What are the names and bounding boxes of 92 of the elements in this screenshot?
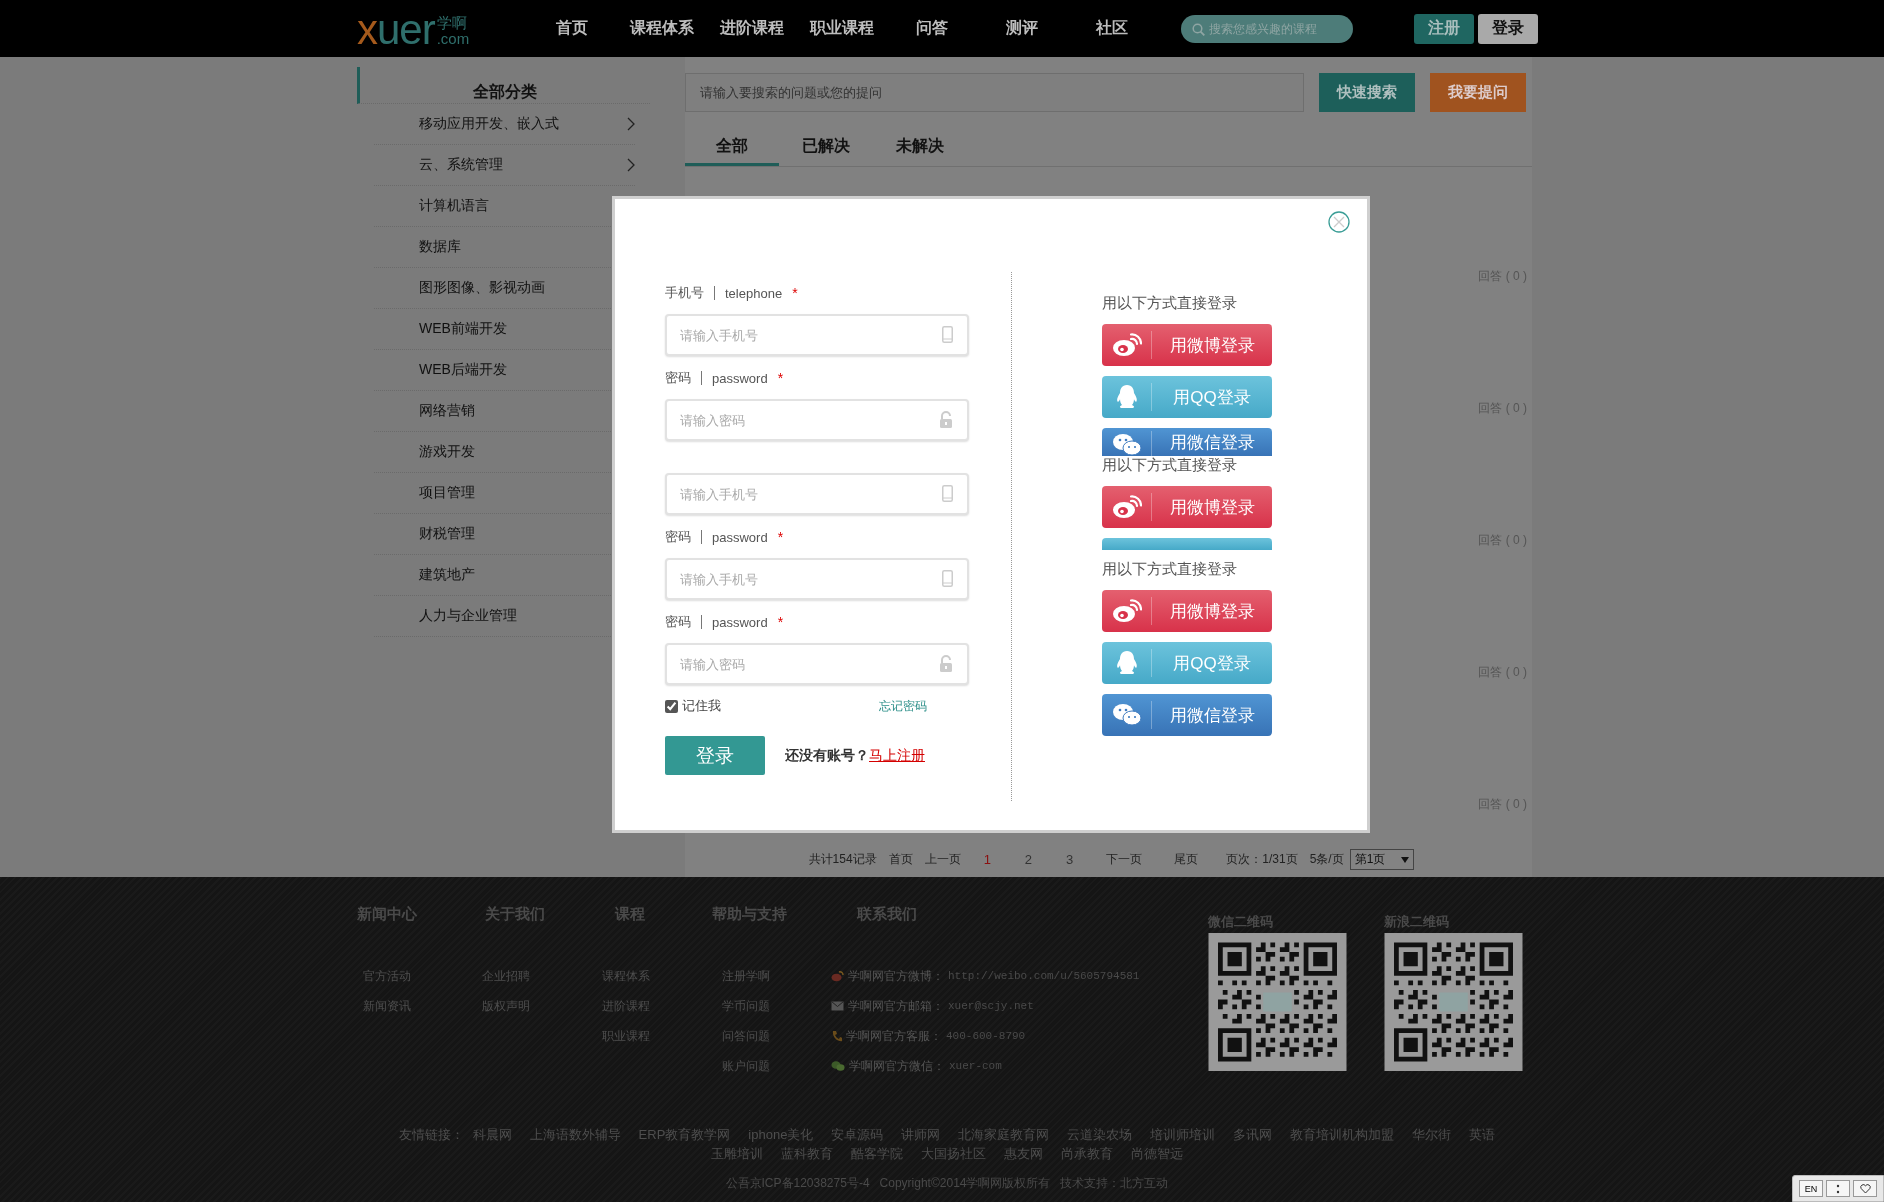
last-page-link[interactable]: 尾页 (1174, 851, 1199, 868)
language-button[interactable]: EN (1799, 1180, 1823, 1197)
filter-tab[interactable]: 已解决 (779, 129, 873, 166)
login-submit-button[interactable]: 登录 (665, 736, 765, 775)
logo-text: xuer (357, 10, 435, 49)
per-page-info: 5条/页 (1309, 851, 1344, 868)
nav-link[interactable]: 测评 (977, 18, 1067, 39)
weibo-login-button[interactable]: 用微博登录 (1102, 590, 1272, 632)
penguin-icon (1114, 650, 1139, 676)
field-label: password (712, 614, 768, 630)
password-field[interactable]: 请输入密码 (665, 643, 969, 685)
register-link[interactable]: 马上注册 (869, 746, 925, 765)
chat-bubbles-icon (1111, 433, 1142, 456)
social-login-heading: 用以下方式直接登录 (1102, 294, 1238, 313)
required-mark: * (792, 285, 798, 301)
record-count: 共计154记录 (808, 851, 877, 868)
page-link[interactable]: 2 (1024, 852, 1033, 867)
password-field[interactable]: 请输入密码 (665, 399, 969, 441)
qq-login-button[interactable]: 用QQ登录 (1102, 376, 1272, 418)
logo-text: 学啊 (436, 14, 468, 31)
field-label: telephone (725, 285, 783, 301)
weibo-icon (1111, 599, 1142, 623)
field-label: password (712, 370, 768, 386)
weibo-login-button[interactable]: 用微博登录 (1102, 486, 1272, 528)
options-button[interactable] (1826, 1180, 1850, 1197)
nav-link[interactable]: 首页 (527, 18, 617, 39)
nav-link[interactable]: 问答 (887, 18, 977, 39)
weibo-icon (1111, 333, 1142, 357)
unlocked-padlock-icon (939, 655, 953, 673)
nav-link[interactable]: 课程体系 (617, 18, 707, 39)
chevron-right-icon (627, 117, 635, 131)
mobile-phone-icon (942, 326, 953, 343)
nav-link[interactable]: 职业课程 (797, 18, 887, 39)
logo-domain: .com (436, 30, 470, 47)
phone-field[interactable]: 请输入手机号 (665, 558, 969, 600)
qq-login-button[interactable]: 用QQ登录 (1102, 642, 1272, 684)
forgot-password-link[interactable]: 忘记密码 (879, 697, 927, 715)
next-page-link[interactable]: 下一页 (1106, 851, 1143, 868)
sidebar-title: 全部分类 (473, 82, 537, 102)
field-label: 密码 (665, 369, 691, 387)
register-prompt: 还没有账号？ (785, 746, 869, 765)
register-button[interactable]: 注册 (1414, 13, 1474, 44)
mobile-phone-icon (942, 570, 953, 587)
vertical-dots-icon (1836, 1183, 1840, 1194)
social-login-heading: 用以下方式直接登录 (1102, 456, 1238, 475)
social-login-heading: 用以下方式直接登录 (1102, 560, 1238, 579)
unlocked-padlock-icon (939, 411, 953, 429)
chat-bubbles-icon (1111, 703, 1142, 727)
remember-me-checkbox[interactable] (665, 699, 678, 713)
category-item[interactable]: 移动应用开发、嵌入式 (374, 104, 635, 145)
mobile-phone-icon (942, 485, 953, 502)
nav-link[interactable]: 进阶课程 (707, 18, 797, 39)
required-mark: * (777, 529, 784, 545)
field-label: 手机号 (665, 284, 704, 302)
page-select[interactable]: 第1页 (1349, 849, 1415, 870)
required-mark: * (777, 370, 784, 386)
field-label: password (712, 529, 768, 545)
weibo-icon (831, 970, 844, 982)
wechat-login-button[interactable]: 用微信登录 (1102, 428, 1272, 456)
wechat-login-button[interactable]: 用微信登录 (1102, 694, 1272, 736)
caret-down-icon (1401, 856, 1410, 863)
search-icon (1192, 22, 1205, 36)
close-icon (1328, 211, 1350, 233)
phone-field[interactable]: 请输入手机号 (665, 314, 969, 356)
envelope-icon (831, 1001, 844, 1011)
quick-search-button[interactable]: 快速搜索 (1319, 73, 1415, 112)
field-label: 密码 (665, 613, 691, 631)
filter-tab[interactable]: 全部 (685, 129, 779, 166)
chevron-right-icon (627, 158, 635, 172)
nav-link[interactable]: 社区 (1067, 18, 1157, 39)
remember-me-label: 记住我 (682, 697, 721, 715)
page-link[interactable]: 3 (1066, 852, 1074, 867)
field-label: 密码 (665, 528, 691, 546)
filter-tab[interactable]: 未解决 (873, 129, 967, 166)
search-field[interactable]: 搜索您感兴趣的课程 (1181, 14, 1353, 43)
question-search-field[interactable]: 请输入要搜索的问题或您的提问 (685, 73, 1304, 112)
required-mark: * (777, 614, 784, 630)
page-info: 页次：1/31页 (1226, 851, 1298, 868)
category-item[interactable]: 云、系统管理 (374, 145, 635, 186)
weibo-icon (1111, 495, 1142, 519)
first-page-link[interactable]: 首页 (888, 851, 913, 868)
favorite-button[interactable] (1853, 1180, 1877, 1197)
login-button[interactable]: 登录 (1478, 13, 1538, 44)
heart-icon (1859, 1183, 1871, 1194)
phone-field[interactable]: 请输入手机号 (665, 473, 969, 515)
chat-bubbles-icon (831, 1060, 845, 1072)
page-link[interactable]: 1 (983, 852, 991, 867)
weibo-login-button[interactable]: 用微博登录 (1102, 324, 1272, 366)
phone-icon (831, 1029, 842, 1043)
penguin-icon (1114, 384, 1139, 410)
ask-question-button[interactable]: 我要提问 (1430, 73, 1526, 112)
previous-page-link[interactable]: 上一页 (924, 851, 961, 868)
